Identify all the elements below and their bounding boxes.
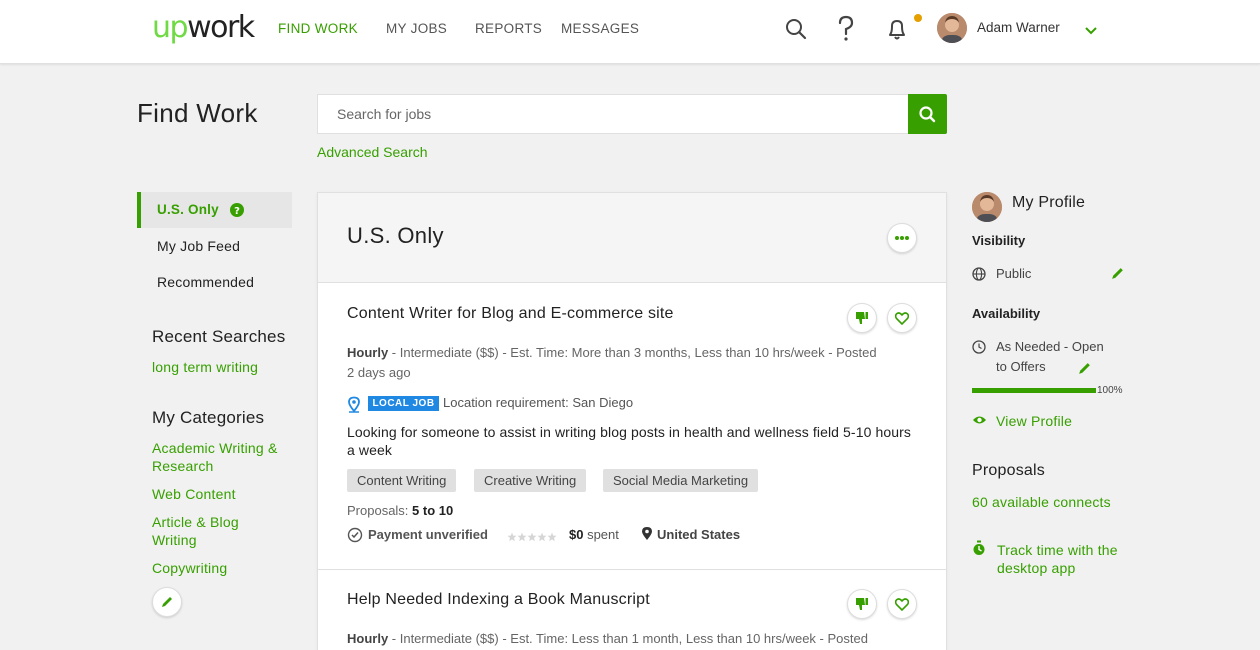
stopwatch-icon [973, 540, 985, 555]
client-rating [507, 529, 557, 542]
job-description: Looking for someone to assist in writing… [347, 424, 911, 458]
proposals-title: Proposals [972, 462, 1045, 479]
local-job-badge: LOCAL JOB [368, 396, 439, 411]
payment-status: Payment unverified [368, 527, 488, 542]
search-icon [919, 106, 936, 123]
pencil-icon [162, 597, 172, 607]
job-meta: Hourly - Intermediate ($$) - Est. Time: … [347, 629, 937, 649]
pencil-icon[interactable] [1077, 361, 1092, 376]
progress-fill [972, 388, 1096, 393]
star-icon [507, 532, 557, 542]
save-job-button[interactable] [887, 589, 917, 619]
job-details: - Intermediate ($$) - Est. Time: Less th… [388, 631, 868, 646]
job-meta: Hourly - Intermediate ($$) - Est. Time: … [347, 343, 887, 383]
client-spent: $0 spent [569, 527, 619, 542]
job-details: - Intermediate ($$) - Est. Time: More th… [347, 345, 877, 380]
thumbs-down-icon [856, 312, 868, 324]
edit-categories-button[interactable] [152, 587, 182, 617]
eye-icon [973, 416, 986, 424]
notification-dot [914, 14, 922, 22]
location-pin-icon [642, 527, 652, 540]
job-divider [318, 569, 946, 570]
not-interested-button[interactable] [847, 303, 877, 333]
heart-icon [895, 311, 909, 325]
my-categories-heading: My Categories [152, 408, 265, 427]
pencil-icon[interactable] [1110, 266, 1125, 281]
my-profile-title[interactable]: My Profile [1012, 194, 1085, 212]
recent-searches-heading: Recent Searches [152, 327, 286, 346]
connects-link[interactable]: 60 available connects [972, 493, 1111, 511]
visibility-label: Visibility [972, 233, 1026, 248]
visibility-value: Public [996, 266, 1032, 281]
job-feed-card: U.S. Only Content Writer for Blog and E-… [317, 192, 947, 650]
availability-label: Availability [972, 306, 1041, 321]
top-header: upwork FIND WORK MY JOBS REPORTS MESSAGE… [0, 0, 1260, 64]
clock-icon [972, 340, 986, 354]
profile-avatar[interactable] [972, 192, 1002, 222]
search-input[interactable] [317, 94, 909, 134]
profile-completeness-label: 100% [1097, 385, 1123, 396]
category-item[interactable]: Academic Writing & Research [152, 439, 302, 475]
search-icon[interactable] [784, 17, 808, 41]
heart-icon [895, 597, 909, 611]
sidebar-item-recommended[interactable]: Recommended [157, 274, 254, 290]
sidebar-item-my-job-feed[interactable]: My Job Feed [157, 238, 240, 254]
feed-title: U.S. Only [347, 223, 444, 248]
nav-reports[interactable]: REPORTS [475, 21, 542, 36]
category-item[interactable]: Web Content [152, 485, 236, 503]
advanced-search-link[interactable]: Advanced Search [317, 144, 428, 160]
chevron-down-icon[interactable] [1085, 23, 1097, 35]
globe-icon [972, 267, 986, 281]
category-item[interactable]: Article & Blog Writing [152, 513, 272, 549]
skill-tag[interactable]: Creative Writing [474, 469, 587, 492]
thumbs-down-icon [856, 598, 868, 610]
job-type: Hourly [347, 631, 389, 646]
bell-icon[interactable] [885, 14, 922, 42]
availability-value: As Needed - Open to Offers [996, 339, 1104, 374]
nav-find-work[interactable]: FIND WORK [278, 21, 358, 36]
page-title: Find Work [137, 98, 258, 128]
nav-messages[interactable]: MESSAGES [561, 21, 639, 36]
location-requirement: Location requirement: San Diego [443, 395, 634, 410]
skill-tag[interactable]: Social Media Marketing [603, 469, 759, 492]
upwork-logo[interactable]: upwork [152, 10, 255, 45]
category-item[interactable]: Copywriting [152, 559, 227, 577]
job-title[interactable]: Help Needed Indexing a Book Manuscript [347, 591, 650, 609]
not-interested-button[interactable] [847, 589, 877, 619]
sidebar-item-us-only-label[interactable]: U.S. Only [157, 202, 219, 217]
location-pin-icon [348, 396, 360, 413]
user-name[interactable]: Adam Warner [977, 20, 1060, 35]
skill-tag[interactable]: Content Writing [347, 469, 457, 492]
feed-header: U.S. Only [318, 193, 946, 283]
feed-options-button[interactable] [887, 223, 917, 253]
nav-my-jobs[interactable]: MY JOBS [386, 21, 447, 36]
avatar[interactable] [937, 13, 967, 43]
save-job-button[interactable] [887, 303, 917, 333]
profile-completeness-bar [972, 388, 1096, 393]
help-icon[interactable] [834, 15, 858, 43]
job-type: Hourly [347, 345, 389, 360]
job-title[interactable]: Content Writer for Blog and E-commerce s… [347, 305, 674, 323]
track-time-link[interactable]: Track time with the desktop app [997, 541, 1127, 577]
proposals-count: Proposals: 5 to 10 [347, 503, 454, 518]
svg-text:?: ? [234, 206, 240, 217]
view-profile-link[interactable]: View Profile [996, 412, 1072, 430]
client-country: United States [657, 527, 741, 542]
question-badge-icon[interactable]: ? [230, 203, 244, 217]
check-circle-icon [347, 527, 363, 543]
recent-search-item[interactable]: long term writing [152, 358, 258, 376]
search-button[interactable] [908, 94, 947, 134]
more-icon [895, 236, 909, 240]
